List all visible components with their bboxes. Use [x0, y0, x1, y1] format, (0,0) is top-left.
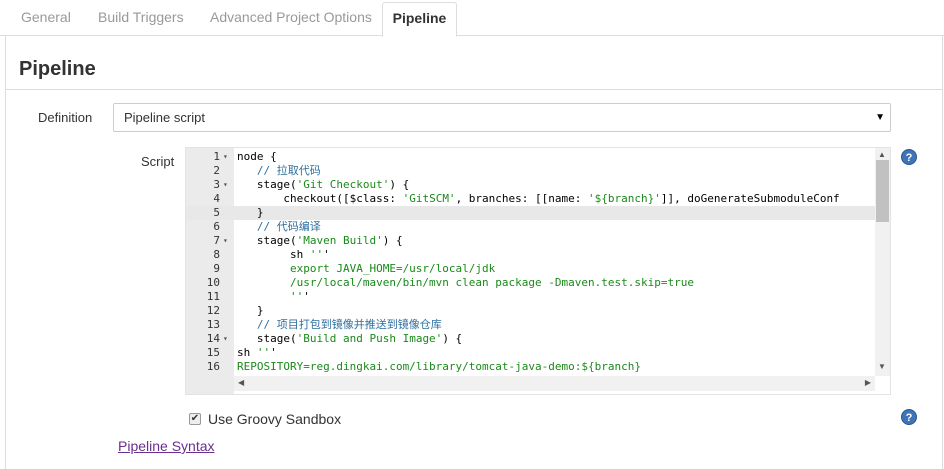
definition-label: Definition	[38, 110, 93, 125]
tab-build-triggers[interactable]: Build Triggers	[98, 0, 184, 36]
scroll-left-icon[interactable]: ◀	[238, 378, 244, 387]
line-number: 13	[206, 318, 220, 331]
code-line[interactable]: 2 // 拉取代码	[186, 164, 875, 178]
code-text: }	[237, 304, 264, 317]
script-editor[interactable]: 1 ▾ node {2 // 拉取代码 3 ▾ stage('Git Checkout'…	[185, 147, 891, 395]
fold-toggle-icon[interactable]: ▾	[223, 178, 231, 192]
horizontal-scrollbar[interactable]: ◀ ▶	[234, 376, 875, 391]
code-text: '''	[289, 290, 310, 303]
section-divider	[5, 89, 943, 90]
line-number: 16	[206, 360, 220, 373]
section-title: Pipeline	[19, 58, 96, 80]
line-number: 4	[213, 192, 220, 205]
tab-advanced-project-options[interactable]: Advanced Project Options	[210, 0, 372, 36]
tab-pipeline[interactable]: Pipeline	[382, 2, 457, 37]
code-line[interactable]: 5 }	[186, 206, 875, 220]
code-line[interactable]: 12 }	[186, 304, 875, 318]
code-line[interactable]: 6 // 代码编译	[186, 220, 875, 234]
line-number: 14	[206, 332, 220, 345]
vertical-scrollbar[interactable]: ▲ ▼	[875, 148, 890, 376]
code-line[interactable]: 11 '''	[186, 290, 875, 304]
code-line[interactable]: 4 checkout([$class: 'GitSCM', branches: …	[186, 192, 875, 206]
code-line[interactable]: 14 ▾ stage('Build and Push Image') {	[186, 332, 875, 346]
tab-bar: General Build Triggers Advanced Project …	[0, 0, 944, 37]
code-line[interactable]: 8 sh '''	[186, 248, 875, 262]
script-label: Script	[141, 154, 175, 169]
line-number: 8	[213, 248, 220, 261]
line-number: 12	[206, 304, 220, 317]
code-text: REPOSITORY=reg.dingkai.com/library/tomca…	[237, 360, 641, 373]
line-number: 7	[213, 234, 220, 247]
line-number: 2	[213, 164, 220, 177]
line-number: 6	[213, 220, 220, 233]
code-line[interactable]: 10 /usr/local/maven/bin/mvn clean packag…	[186, 276, 875, 290]
line-number: 17	[186, 374, 220, 376]
code-text: stage('Git Checkout') {	[237, 178, 410, 191]
sandbox-help-icon[interactable]: ?	[901, 409, 917, 425]
scroll-up-icon[interactable]: ▲	[878, 150, 886, 159]
code-line[interactable]: 7 ▾ stage('Maven Build') {	[186, 234, 875, 248]
groovy-sandbox-checkbox[interactable]: ✔	[189, 413, 201, 425]
code-text: sh '''	[237, 346, 277, 359]
line-number: 10	[206, 276, 220, 289]
code-line[interactable]: 1 ▾ node {	[186, 150, 875, 164]
definition-selected-value: Pipeline script	[124, 110, 205, 125]
definition-select[interactable]: Pipeline script ▼	[113, 103, 891, 132]
code-line[interactable]: 16 REPOSITORY=reg.dingkai.com/library/tom…	[186, 360, 875, 374]
tab-general[interactable]: General	[21, 0, 71, 36]
code-text: checkout([$class: 'GitSCM', branches: [[…	[237, 192, 840, 205]
script-help-icon[interactable]: ?	[901, 149, 917, 165]
fold-toggle-icon[interactable]: ▾	[223, 234, 231, 248]
scroll-down-icon[interactable]: ▼	[878, 362, 886, 371]
line-number: 11	[206, 290, 220, 303]
pipeline-syntax-link[interactable]: Pipeline Syntax	[118, 438, 215, 454]
code-line[interactable]: 9 export JAVA_HOME=/usr/local/jdk	[186, 262, 875, 276]
code-text: node {	[237, 150, 277, 163]
vertical-scroll-thumb[interactable]	[876, 160, 889, 222]
code-line[interactable]: 3 ▾ stage('Git Checkout') {	[186, 178, 875, 192]
code-text: stage('Maven Build') {	[237, 234, 403, 247]
groovy-sandbox-label[interactable]: Use Groovy Sandbox	[208, 411, 341, 427]
code-line[interactable]: 15 sh '''	[186, 346, 875, 360]
code-text: // 拉取代码	[237, 164, 321, 177]
line-number: 3	[213, 178, 220, 191]
line-number: 1	[213, 150, 220, 163]
fold-toggle-icon[interactable]: ▾	[223, 150, 231, 164]
dropdown-arrow-icon: ▼	[875, 112, 885, 123]
line-number: 5	[213, 206, 220, 219]
code-text: /usr/local/maven/bin/mvn clean package -…	[237, 276, 694, 289]
line-number: 15	[206, 346, 220, 359]
code-text: export JAVA_HOME=/usr/local/jdk	[237, 262, 496, 275]
code-line[interactable]: 13 // 项目打包到镜像并推送到镜像仓库	[186, 318, 875, 332]
code-area[interactable]: 1 ▾ node {2 // 拉取代码 3 ▾ stage('Git Checkout'…	[186, 148, 875, 376]
scroll-right-icon[interactable]: ▶	[865, 378, 871, 387]
code-text: sh '''	[237, 248, 330, 261]
code-text: }	[237, 206, 264, 219]
code-text: // 项目打包到镜像并推送到镜像仓库	[237, 318, 442, 331]
line-number: 9	[213, 262, 220, 275]
code-text: // 代码编译	[237, 220, 321, 233]
fold-toggle-icon[interactable]: ▾	[223, 332, 231, 346]
code-text: stage('Build and Push Image') {	[237, 332, 463, 345]
